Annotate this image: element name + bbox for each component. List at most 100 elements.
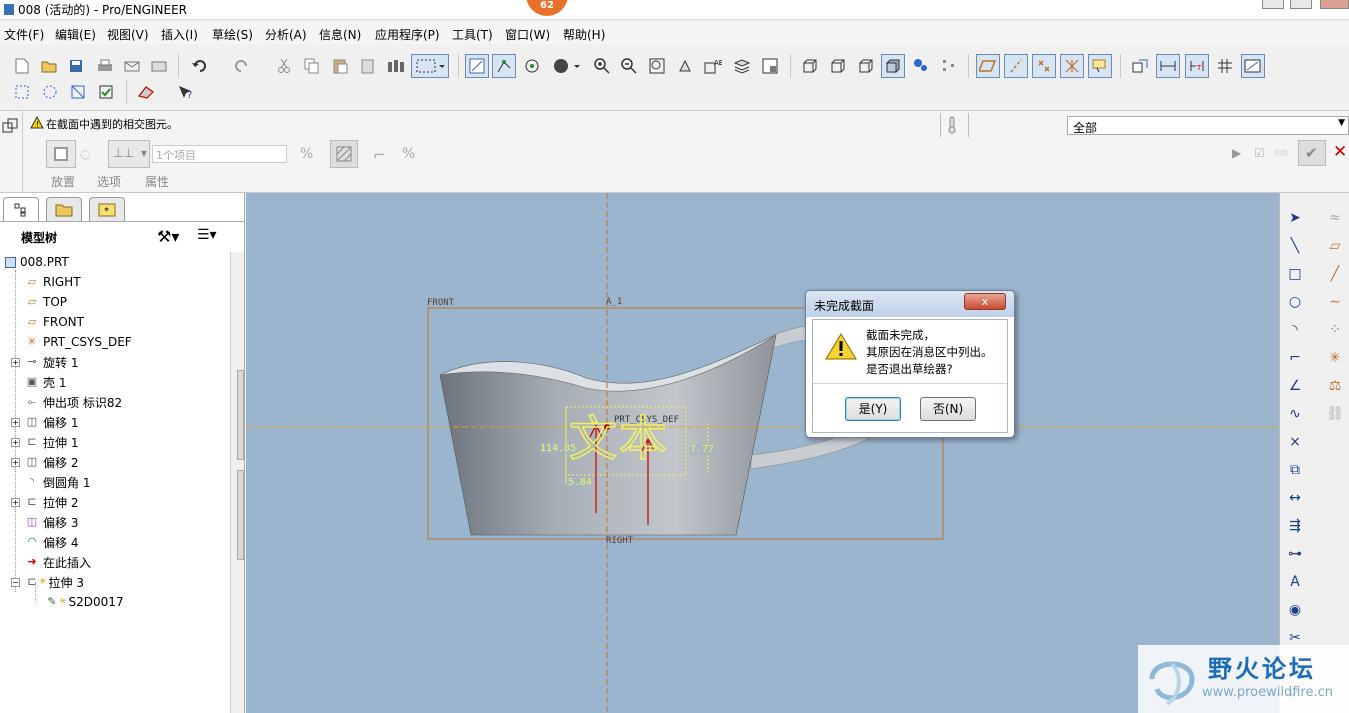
- tree-item-round[interactable]: ◝ 倒圆角 1: [25, 472, 91, 492]
- sketch-text-entity[interactable]: 文本: [568, 410, 669, 468]
- tree-item-shell[interactable]: ▣ 壳 1: [25, 372, 67, 392]
- select-arrow-icon[interactable]: ➤: [1284, 207, 1306, 229]
- use-edge-icon[interactable]: ⧉: [1284, 459, 1306, 481]
- dimension-icon[interactable]: ↔: [1284, 487, 1306, 509]
- splitter-handle-2[interactable]: [237, 470, 244, 560]
- minimize-button[interactable]: [1262, 0, 1284, 9]
- plane-display-icon[interactable]: [976, 54, 1000, 78]
- undo-icon[interactable]: [188, 54, 212, 78]
- glasses-icon[interactable]: ⌾⌾: [1274, 146, 1288, 161]
- zoom-out-icon[interactable]: [617, 54, 641, 78]
- expand-toggle[interactable]: +: [11, 438, 20, 447]
- datum-display-icon[interactable]: [909, 54, 933, 78]
- grid-display-icon[interactable]: [1213, 54, 1237, 78]
- menu-analysis[interactable]: 分析(A): [265, 26, 307, 43]
- tree-columns-icon[interactable]: ☰▾: [197, 227, 217, 243]
- paste-special-icon[interactable]: [356, 54, 380, 78]
- modify-icon[interactable]: ⇶: [1284, 515, 1306, 537]
- regenerate-icon[interactable]: [384, 54, 408, 78]
- vertex-display-icon[interactable]: [492, 54, 516, 78]
- filter-dropdown[interactable]: 全部 ▼: [1067, 116, 1349, 135]
- pause-icon[interactable]: ▶: [1232, 146, 1241, 160]
- wireframe-icon[interactable]: [798, 54, 822, 78]
- remove-material-button[interactable]: [330, 140, 358, 168]
- expand-toggle[interactable]: +: [11, 358, 20, 367]
- csys-display-icon[interactable]: [937, 54, 961, 78]
- close-window-button[interactable]: [1320, 0, 1349, 9]
- tab-favorites[interactable]: *: [89, 197, 125, 221]
- tree-item-offset-3[interactable]: ◫ 偏移 3: [25, 512, 79, 532]
- notification-badge[interactable]: 62: [526, 0, 568, 16]
- cancel-x-icon[interactable]: ✕: [1333, 142, 1347, 162]
- link-icon[interactable]: ⛓: [1324, 403, 1346, 425]
- check-sketch-icon[interactable]: [94, 80, 118, 104]
- menu-file[interactable]: 文件(F): [4, 26, 44, 43]
- splitter-handle[interactable]: [237, 370, 244, 460]
- text-tool-icon[interactable]: A: [1284, 571, 1306, 593]
- circle-icon[interactable]: ○: [1284, 291, 1306, 313]
- tab-placement[interactable]: 放置: [51, 173, 75, 190]
- refit-icon[interactable]: [645, 54, 669, 78]
- tab-folder-browser[interactable]: [46, 197, 82, 221]
- tree-root[interactable]: 008.PRT: [5, 252, 69, 272]
- sketch-display-icon[interactable]: [465, 54, 489, 78]
- eraser-icon[interactable]: [134, 80, 158, 104]
- tree-item-revolve[interactable]: ⊸ 旋转 1: [25, 352, 78, 372]
- menu-insert[interactable]: 插入(I): [161, 26, 198, 43]
- thicken-icon[interactable]: ⌐: [373, 146, 386, 164]
- reorient-icon[interactable]: [673, 54, 697, 78]
- tree-item-sketch[interactable]: ✎ ✳ S2D0017: [45, 592, 123, 612]
- menu-info[interactable]: 信息(N): [319, 26, 361, 43]
- tree-item-csys[interactable]: ✳ PRT_CSYS_DEF: [25, 332, 131, 352]
- open-folder-icon[interactable]: [37, 54, 61, 78]
- datum-axis-icon[interactable]: ╱: [1324, 263, 1346, 285]
- menu-sketch[interactable]: 草绘(S): [212, 26, 253, 43]
- email-icon[interactable]: [120, 54, 144, 78]
- vertex-show-icon[interactable]: [1241, 54, 1265, 78]
- no-hidden-icon[interactable]: [854, 54, 878, 78]
- expand-toggle[interactable]: +: [11, 498, 20, 507]
- tree-item-right[interactable]: ▱ RIGHT: [25, 272, 81, 292]
- dimension-bottom[interactable]: 5.84: [568, 477, 593, 488]
- saved-views-icon[interactable]: AB: [701, 54, 725, 78]
- redo-icon[interactable]: [229, 54, 253, 78]
- cut-icon[interactable]: [272, 54, 296, 78]
- datum-curve-icon[interactable]: ∼: [1324, 291, 1346, 313]
- overlap-icon[interactable]: [66, 80, 90, 104]
- collapse-toggle[interactable]: −: [11, 578, 20, 587]
- tab-model-tree[interactable]: [3, 197, 39, 221]
- no-button[interactable]: 否(N): [920, 397, 976, 421]
- csys-icon[interactable]: ✳: [1324, 347, 1346, 369]
- datum-point-icon[interactable]: ⁘: [1324, 319, 1346, 341]
- menu-view[interactable]: 视图(V): [107, 26, 149, 43]
- preview-checkbox[interactable]: ☑: [1254, 146, 1265, 160]
- depth-option-dropdown[interactable]: ⊥⊥ ▼: [108, 140, 150, 168]
- reference-field[interactable]: 1个项目: [152, 145, 287, 163]
- expand-toggle[interactable]: +: [11, 458, 20, 467]
- tree-item-top[interactable]: ▱ TOP: [25, 292, 67, 312]
- dimension-display-icon[interactable]: [1156, 54, 1180, 78]
- tree-item-offset-2[interactable]: ◫ 偏移 2: [25, 452, 79, 472]
- tree-item-extrude-2[interactable]: ⊏ 拉伸 2: [25, 492, 78, 512]
- yes-button[interactable]: 是(Y): [845, 397, 901, 421]
- spline-draw-icon[interactable]: ∿: [1284, 403, 1306, 425]
- palette-icon[interactable]: ◉: [1284, 599, 1306, 621]
- shaded-icon[interactable]: [881, 54, 905, 78]
- tree-item-insert-here[interactable]: ➜ 在此插入: [25, 552, 91, 572]
- tab-options[interactable]: 选项: [97, 173, 121, 190]
- flip-thicken-icon[interactable]: %: [402, 146, 415, 162]
- sketch-view-icon[interactable]: [1128, 54, 1152, 78]
- selection-box-icon[interactable]: [411, 54, 449, 78]
- email-link-icon[interactable]: [147, 54, 171, 78]
- rectangle-icon[interactable]: □: [1284, 263, 1306, 285]
- graphics-window[interactable]: FRONT RIGHT A_1 PRT_CSYS_DEF 文本 114.85 5…: [246, 193, 1279, 713]
- paste-icon[interactable]: [328, 54, 352, 78]
- dimension-right[interactable]: 7.77: [690, 444, 715, 455]
- analysis-icon[interactable]: ⚖: [1324, 375, 1346, 397]
- menu-help[interactable]: 帮助(H): [563, 26, 605, 43]
- maximize-button[interactable]: [1290, 0, 1312, 9]
- arc-icon[interactable]: ◝: [1284, 319, 1306, 341]
- mode-icon[interactable]: [10, 80, 34, 104]
- menu-window[interactable]: 窗口(W): [505, 26, 550, 43]
- spline-icon[interactable]: ≈: [1324, 207, 1346, 229]
